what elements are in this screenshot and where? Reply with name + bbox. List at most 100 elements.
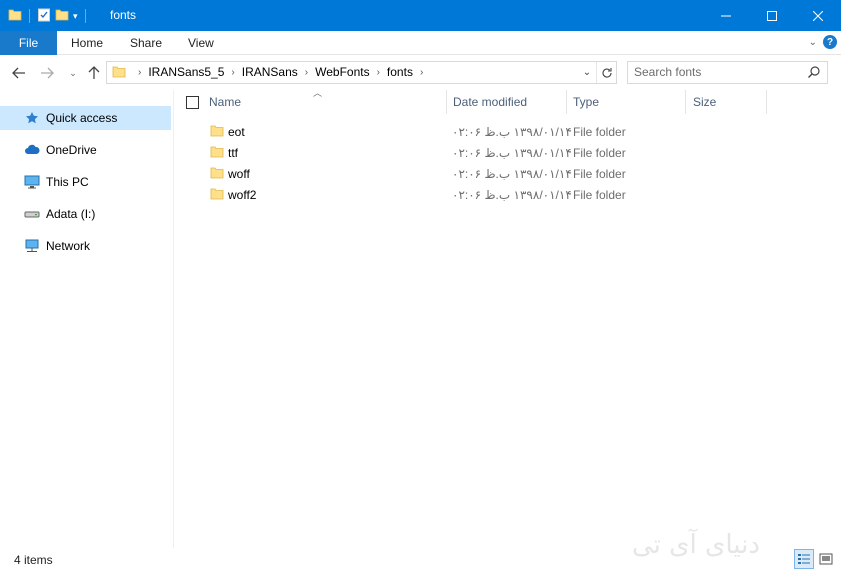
maximize-button[interactable] [749,0,795,31]
star-icon [24,110,40,126]
sidebar-item-adata-drive[interactable]: Adata (I:) [0,202,171,226]
file-name: woff [228,167,250,181]
forward-button[interactable] [38,64,56,82]
sidebar-item-label: OneDrive [46,143,97,157]
tab-view[interactable]: View [188,31,214,55]
folder-icon [210,124,224,141]
tab-home[interactable]: Home [71,31,103,55]
address-row: ⌄ › IRANSans5_5 › IRANSans › WebFonts › … [0,56,841,89]
breadcrumb-chevron-icon[interactable]: › [138,67,141,78]
folder-icon [210,187,224,204]
select-all-checkbox[interactable] [186,90,199,114]
address-bar[interactable]: › IRANSans5_5 › IRANSans › WebFonts › fo… [106,61,617,84]
breadcrumb-item[interactable]: fonts [387,65,413,79]
column-header-size[interactable]: Size [693,90,716,114]
file-name: ttf [228,146,239,160]
breadcrumb-item[interactable]: WebFonts [315,65,369,79]
file-date: ۱۳۹۸/۰۱/۱۴ ب.ظ ۰۲:۰۶ [452,146,572,160]
window-controls [703,0,841,31]
minimize-button[interactable] [703,0,749,31]
recent-locations-button[interactable]: ⌄ [64,64,82,82]
breadcrumb: › IRANSans5_5 › IRANSans › WebFonts › fo… [131,65,430,79]
sidebar-item-onedrive[interactable]: OneDrive [0,138,171,162]
cloud-icon [24,142,40,158]
column-divider[interactable] [685,90,686,114]
back-arrow-icon [12,67,25,79]
large-icons-view-icon [819,553,833,565]
file-type: File folder [573,125,626,139]
file-type: File folder [573,146,626,160]
navigation-pane: Quick access OneDrive This PC Adata (I:)… [0,90,174,548]
search-box[interactable] [627,61,828,84]
search-input[interactable] [634,65,804,79]
breadcrumb-item[interactable]: IRANSans5_5 [148,65,224,79]
item-count: 4 items [14,553,53,567]
customize-toolbar-dropdown-icon[interactable]: ▾ [73,11,78,22]
column-divider[interactable] [766,90,767,114]
file-date: ۱۳۹۸/۰۱/۱۴ ب.ظ ۰۲:۰۶ [452,188,572,202]
expand-ribbon-icon[interactable]: ⌄ [809,37,817,48]
file-date: ۱۳۹۸/۰۱/۱۴ ب.ظ ۰۲:۰۶ [452,125,572,139]
folder-icon [112,65,126,82]
column-header-name[interactable]: Name [209,90,241,114]
close-icon [813,10,823,21]
sidebar-item-label: Adata (I:) [46,207,96,221]
file-type: File folder [573,188,626,202]
sidebar-item-this-pc[interactable]: This PC [0,170,171,194]
minimize-icon [721,15,731,16]
up-button[interactable] [85,64,103,82]
column-header-date-modified[interactable]: Date modified [453,90,527,114]
sidebar-item-quick-access[interactable]: Quick access [0,106,171,130]
list-item[interactable]: eot ۱۳۹۸/۰۱/۱۴ ب.ظ ۰۲:۰۶ File folder [175,121,841,142]
column-divider[interactable] [446,90,447,114]
tab-share[interactable]: Share [130,31,162,55]
tab-file[interactable]: File [0,31,57,55]
title-bar: ▾ fonts [0,0,841,31]
list-item[interactable]: ttf ۱۳۹۸/۰۱/۱۴ ب.ظ ۰۲:۰۶ File folder [175,142,841,163]
ribbon-tabs: File Home Share View ⌄ ? [0,31,841,55]
file-name: eot [228,125,245,139]
sort-ascending-icon: ︿ [313,88,323,98]
folder-icon [210,166,224,183]
file-date: ۱۳۹۸/۰۱/۱۴ ب.ظ ۰۲:۰۶ [452,167,572,181]
chevron-down-icon: ⌄ [69,67,77,78]
refresh-icon [601,67,612,78]
breadcrumb-chevron-icon[interactable]: › [305,67,308,78]
monitor-icon [24,174,40,190]
details-view-icon [798,554,810,564]
search-icon[interactable] [807,65,821,82]
folder-app-icon [8,8,22,25]
window-title: fonts [110,8,137,22]
refresh-button[interactable] [596,62,616,83]
breadcrumb-chevron-icon[interactable]: › [231,67,234,78]
up-arrow-icon [88,66,100,79]
address-dropdown-icon[interactable]: ⌄ [580,64,594,81]
new-folder-icon[interactable] [55,8,69,25]
file-type: File folder [573,167,626,181]
properties-icon[interactable] [37,8,51,25]
column-header-type[interactable]: Type [573,90,599,114]
breadcrumb-chevron-icon[interactable]: › [420,67,423,78]
details-view-button[interactable] [794,549,814,569]
network-icon [24,238,40,254]
breadcrumb-item[interactable]: IRANSans [242,65,298,79]
column-divider[interactable] [566,90,567,114]
folder-icon [210,145,224,162]
help-icon[interactable]: ? [823,35,837,49]
quick-access-toolbar: ▾ [8,6,89,26]
sidebar-item-network[interactable]: Network [0,234,171,258]
large-icons-view-button[interactable] [816,549,836,569]
ribbon-right-controls: ⌄ ? [809,35,837,49]
watermark-logo: دنیای آی تی [632,530,760,560]
back-button[interactable] [10,64,28,82]
list-item[interactable]: woff ۱۳۹۸/۰۱/۱۴ ب.ظ ۰۲:۰۶ File folder [175,163,841,184]
list-item[interactable]: woff2 ۱۳۹۸/۰۱/۱۴ ب.ظ ۰۲:۰۶ File folder [175,184,841,205]
maximize-icon [767,10,777,21]
file-name: woff2 [228,188,257,202]
breadcrumb-chevron-icon[interactable]: › [377,67,380,78]
sidebar-item-label: Quick access [46,111,118,125]
toolbar-separator [84,9,86,23]
close-button[interactable] [795,0,841,31]
sidebar-item-label: Network [46,239,91,253]
drive-icon [24,206,40,222]
